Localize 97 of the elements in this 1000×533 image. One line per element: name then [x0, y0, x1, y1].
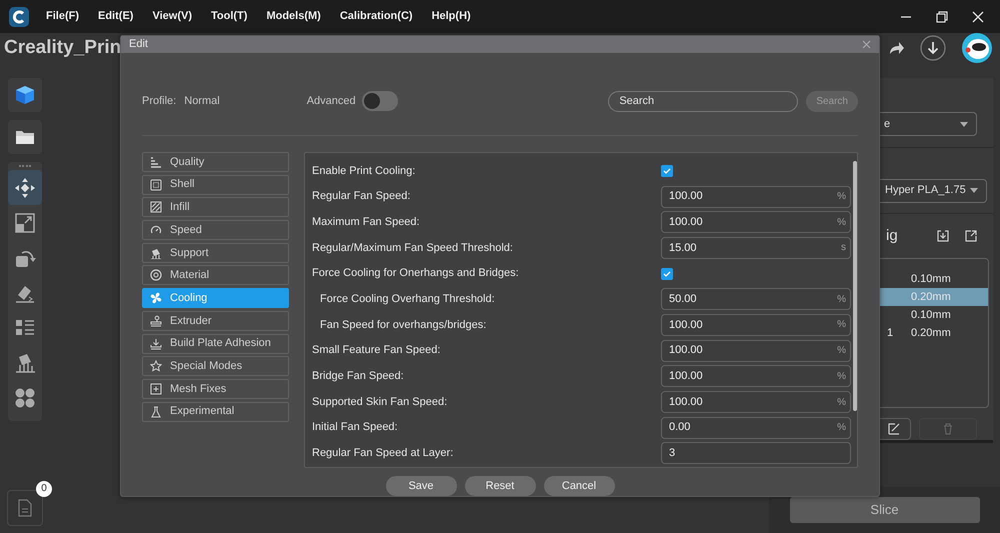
advanced-toggle[interactable]	[362, 91, 398, 112]
fan-icon	[150, 292, 162, 304]
square-icon	[150, 178, 162, 191]
number-field[interactable]: 100.00 %	[661, 314, 851, 336]
setting-label: Supported Skin Fan Speed:	[312, 394, 448, 410]
dialog-button[interactable]: Reset	[464, 476, 536, 496]
check-icon	[663, 168, 671, 174]
menu-item[interactable]: File(F)	[46, 8, 79, 25]
profile-name: Normal	[184, 94, 220, 110]
setting-label: Force Cooling for Onerhangs and Bridges:	[312, 266, 519, 282]
caret-icon	[970, 188, 978, 193]
menu-item[interactable]: Edit(E)	[98, 8, 134, 25]
setting-label: Regular Fan Speed at Layer:	[312, 446, 454, 462]
dialog-title: Edit	[129, 37, 148, 52]
row-value: 0.10mm	[911, 272, 951, 287]
category-tab[interactable]: Special Modes	[142, 356, 289, 376]
number-field[interactable]: 100.00 %	[661, 391, 851, 414]
setting-label: Fan Speed for overhangs/bridges:	[319, 318, 486, 333]
menu-item[interactable]: Tool(T)	[210, 8, 248, 25]
nozzle-icon	[150, 314, 162, 327]
advanced-label: Advanced	[306, 94, 356, 110]
document-icon	[18, 499, 32, 517]
setting-label: Force Cooling Overhang Threshold:	[319, 292, 495, 308]
scale-icon	[14, 212, 36, 234]
import-icon[interactable]	[937, 230, 949, 242]
setting-label: Maximum Fan Speed:	[312, 214, 420, 230]
menu-item[interactable]: Help(H)	[432, 8, 471, 25]
number-field[interactable]: 0.00 %	[661, 416, 851, 439]
redo-icon[interactable]	[888, 41, 904, 55]
setting-label: Regular Fan Speed:	[312, 189, 410, 204]
move-icon	[14, 176, 36, 198]
tool-button[interactable]	[8, 170, 42, 205]
category-tab[interactable]: Infill	[142, 197, 289, 218]
avatar-icon[interactable]	[962, 33, 992, 63]
dropdown-value: e	[884, 116, 890, 132]
support-icon	[14, 352, 36, 374]
download-icon[interactable]	[920, 35, 946, 61]
category-tab[interactable]: Speed	[142, 220, 289, 240]
category-tab[interactable]: Mesh Fixes	[142, 378, 289, 399]
restore-icon[interactable]	[936, 10, 948, 22]
setting-label: Enable Print Cooling:	[312, 164, 416, 179]
menu-item[interactable]: Models(M)	[266, 8, 321, 25]
category-tab[interactable]: Extruder	[142, 310, 289, 331]
category-tab[interactable]: Material	[142, 265, 289, 286]
row-value: 0.10mm	[911, 308, 951, 323]
trash-icon	[942, 423, 953, 435]
dialog-button[interactable]: Cancel	[544, 476, 614, 496]
number-field[interactable]: 100.00 %	[661, 186, 851, 208]
checkbox[interactable]	[661, 268, 673, 280]
row-value: 0.20mm	[911, 326, 951, 341]
slice-button[interactable]: Slice	[790, 497, 980, 523]
dialog-button[interactable]: Save	[386, 476, 456, 496]
open-file-button[interactable]	[8, 120, 42, 154]
setting-label: Initial Fan Speed:	[312, 420, 398, 436]
bars-icon	[150, 156, 162, 168]
check-icon	[663, 270, 671, 277]
category-tab[interactable]: Shell	[142, 174, 289, 195]
number-field[interactable]: 100.00 %	[661, 340, 851, 362]
setting-label: Regular/Maximum Fan Speed Threshold:	[312, 240, 513, 256]
number-field[interactable]: 3	[661, 442, 851, 464]
number-field[interactable]: 15.00 s	[661, 236, 851, 259]
checkbox[interactable]	[661, 164, 673, 177]
model-library-button[interactable]	[8, 78, 42, 112]
category-tab[interactable]: Quality	[142, 152, 289, 172]
menu-item[interactable]: View(V)	[152, 8, 192, 25]
profile-label: Profile:	[142, 94, 176, 110]
edit-icon	[888, 423, 900, 435]
category-tab[interactable]: Build Plate Adhesion	[142, 334, 289, 354]
search-field[interactable]: Search	[608, 90, 798, 112]
parts-icon	[14, 386, 36, 408]
folder-icon	[15, 128, 35, 146]
category-tab[interactable]: Support	[142, 242, 289, 263]
row-value: 0.20mm	[911, 290, 951, 305]
count-badge: 0	[36, 481, 52, 497]
menu-item[interactable]: Calibration(C)	[340, 8, 413, 25]
row-text: 1	[886, 326, 894, 341]
app-logo-icon	[8, 6, 30, 28]
plus-square-icon	[150, 382, 162, 395]
number-field[interactable]: 50.00 %	[661, 288, 851, 310]
flask-icon	[150, 406, 162, 418]
category-tab[interactable]: Experimental	[142, 402, 289, 422]
setting-label: Bridge Fan Speed:	[312, 369, 404, 384]
hatched-square-icon	[150, 201, 162, 214]
scrollbar[interactable]	[853, 161, 857, 411]
dropdown-value: Hyper PLA_1.75	[885, 183, 966, 198]
section-title: ig	[886, 226, 898, 246]
export-icon[interactable]	[965, 230, 977, 242]
support-icon	[150, 246, 162, 259]
number-field[interactable]: 100.00 %	[661, 211, 851, 234]
star-icon	[150, 360, 162, 372]
cube-icon	[14, 84, 36, 106]
plate-icon	[150, 338, 162, 350]
number-field[interactable]: 100.00 %	[661, 365, 851, 388]
ring-icon	[150, 269, 162, 282]
project-title: Creality_Prin	[3, 36, 122, 60]
setting-label: Small Feature Fan Speed:	[312, 343, 440, 358]
caret-icon	[960, 122, 968, 126]
